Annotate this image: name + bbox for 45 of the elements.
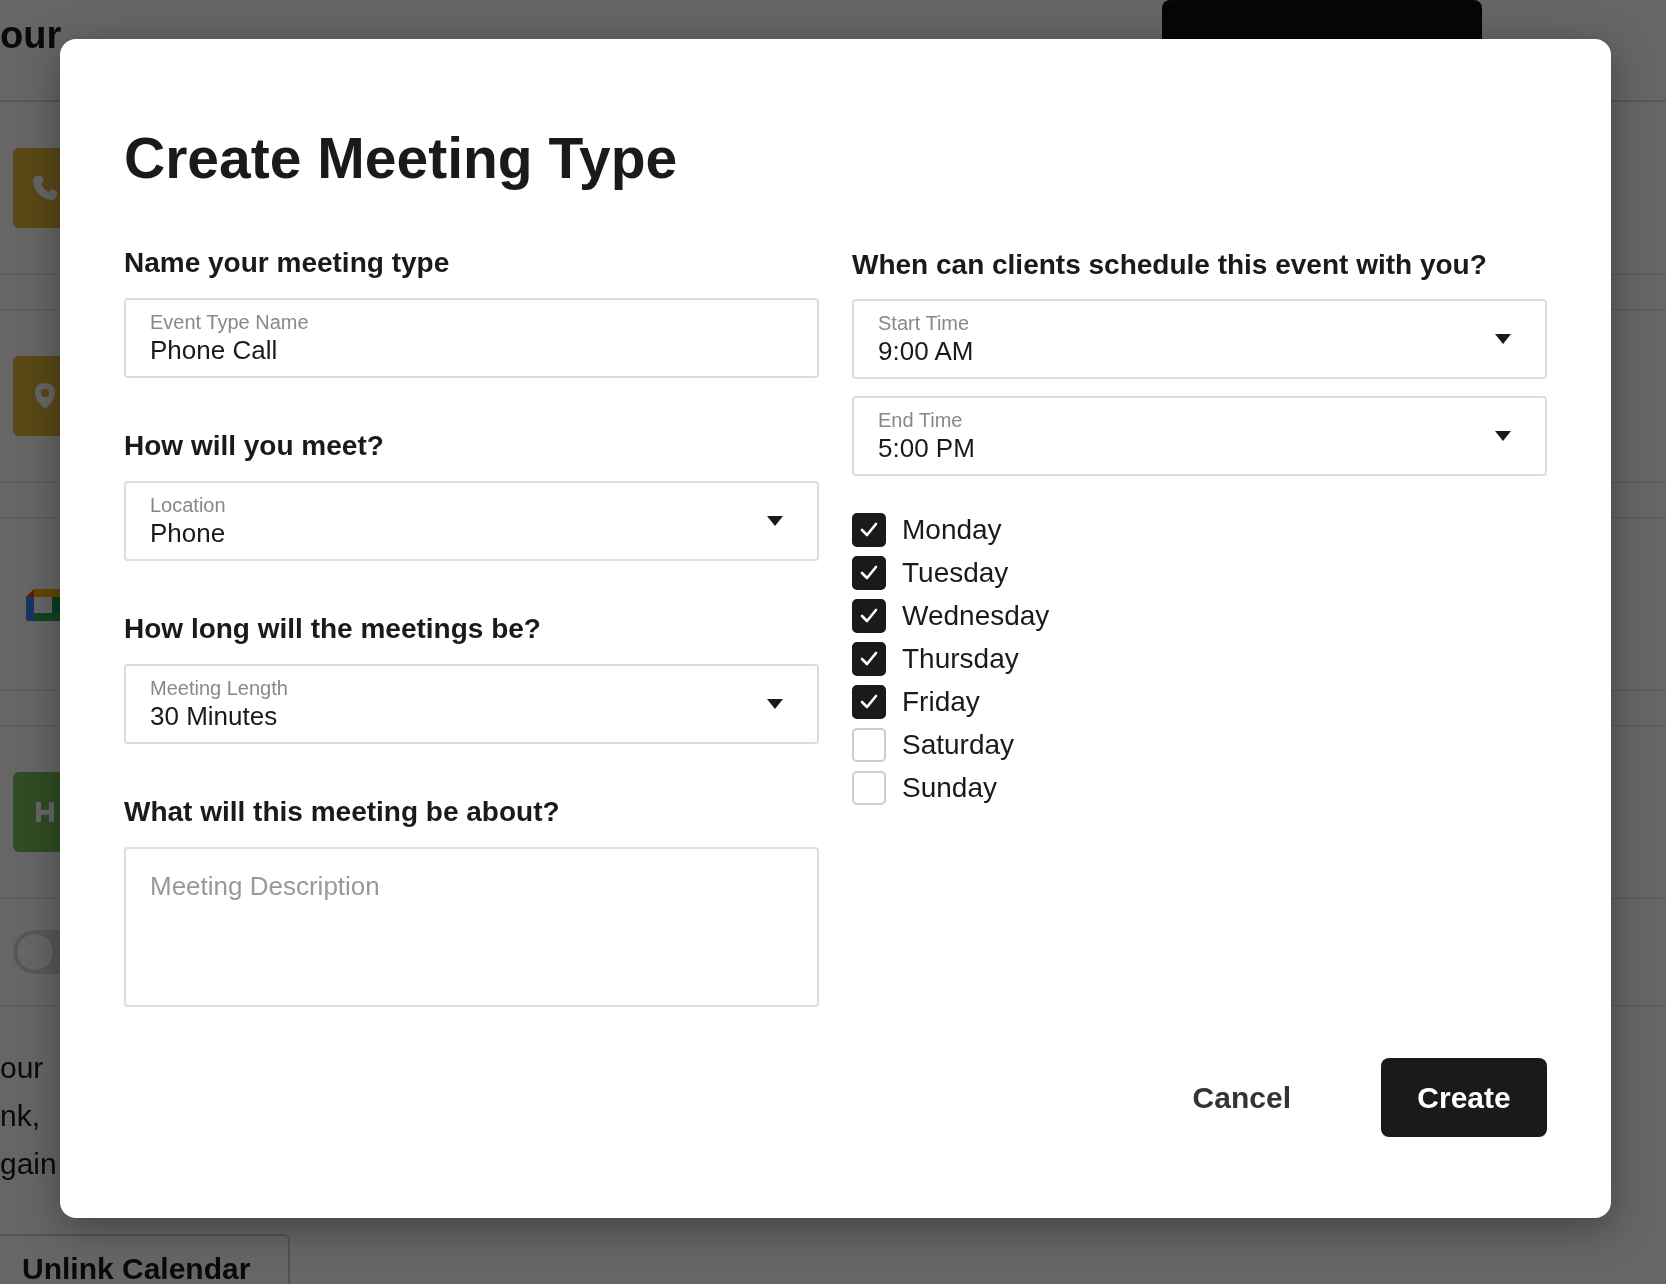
checkbox[interactable]	[852, 642, 886, 676]
dialog-title: Create Meeting Type	[124, 125, 678, 192]
checkbox[interactable]	[852, 599, 886, 633]
section-heading: How will you meet?	[124, 429, 384, 463]
field-label: Start Time	[878, 311, 970, 335]
checkbox[interactable]	[852, 685, 886, 719]
field-value: 9:00 AM	[878, 335, 974, 367]
field-value: 30 Minutes	[150, 700, 278, 732]
section-heading: Name your meeting type	[124, 246, 450, 280]
video-call-icon	[26, 587, 60, 621]
create-button[interactable]: Create	[1381, 1058, 1547, 1137]
select-field[interactable]: Start Time 9:00 AM	[852, 299, 1547, 379]
page-title: our	[0, 14, 63, 57]
select-field[interactable]: End Time 5:00 PM	[852, 396, 1547, 476]
field-value: Phone	[150, 517, 226, 549]
checkbox-label: Monday	[902, 514, 1002, 546]
dropdown-arrow-icon	[767, 516, 783, 526]
dropdown-arrow-icon	[767, 699, 783, 709]
paragraph-text: nk,	[0, 1098, 41, 1134]
paragraph-text: our	[0, 1050, 44, 1086]
checkbox-label: Saturday	[902, 729, 1015, 761]
select-field[interactable]: Location Phone	[124, 481, 819, 561]
field-label: Meeting Length	[150, 676, 288, 700]
section-heading: What will this meeting be about?	[124, 795, 560, 829]
section-heading: When can clients schedule this event with you?	[852, 248, 1487, 282]
select-field[interactable]: Meeting Length 30 Minutes	[124, 664, 819, 744]
checkbox[interactable]	[852, 556, 886, 590]
checkbox-label: Thursday	[902, 643, 1019, 675]
section-heading: How long will the meetings be?	[124, 612, 541, 646]
paragraph-text: gain	[0, 1146, 57, 1182]
field-label: Event Type Name	[150, 310, 309, 334]
checkbox-label: Friday	[902, 686, 980, 718]
dropdown-arrow-icon	[1495, 431, 1511, 441]
input-field[interactable]: Event Type Name Phone Call	[124, 298, 819, 378]
checkbox[interactable]	[852, 513, 886, 547]
field-value: Phone Call	[150, 334, 278, 366]
cancel-button[interactable]: Cancel	[1172, 1070, 1311, 1125]
field-value: 5:00 PM	[878, 432, 975, 464]
checkbox-label: Sunday	[902, 772, 997, 804]
field-label: End Time	[878, 408, 963, 432]
dropdown-arrow-icon	[1495, 334, 1511, 344]
description-field[interactable]: Meeting Description	[124, 847, 819, 1007]
field-label: Location	[150, 493, 226, 517]
checkbox-label: Wednesday	[902, 600, 1050, 632]
checkbox-label: Tuesday	[902, 557, 1009, 589]
